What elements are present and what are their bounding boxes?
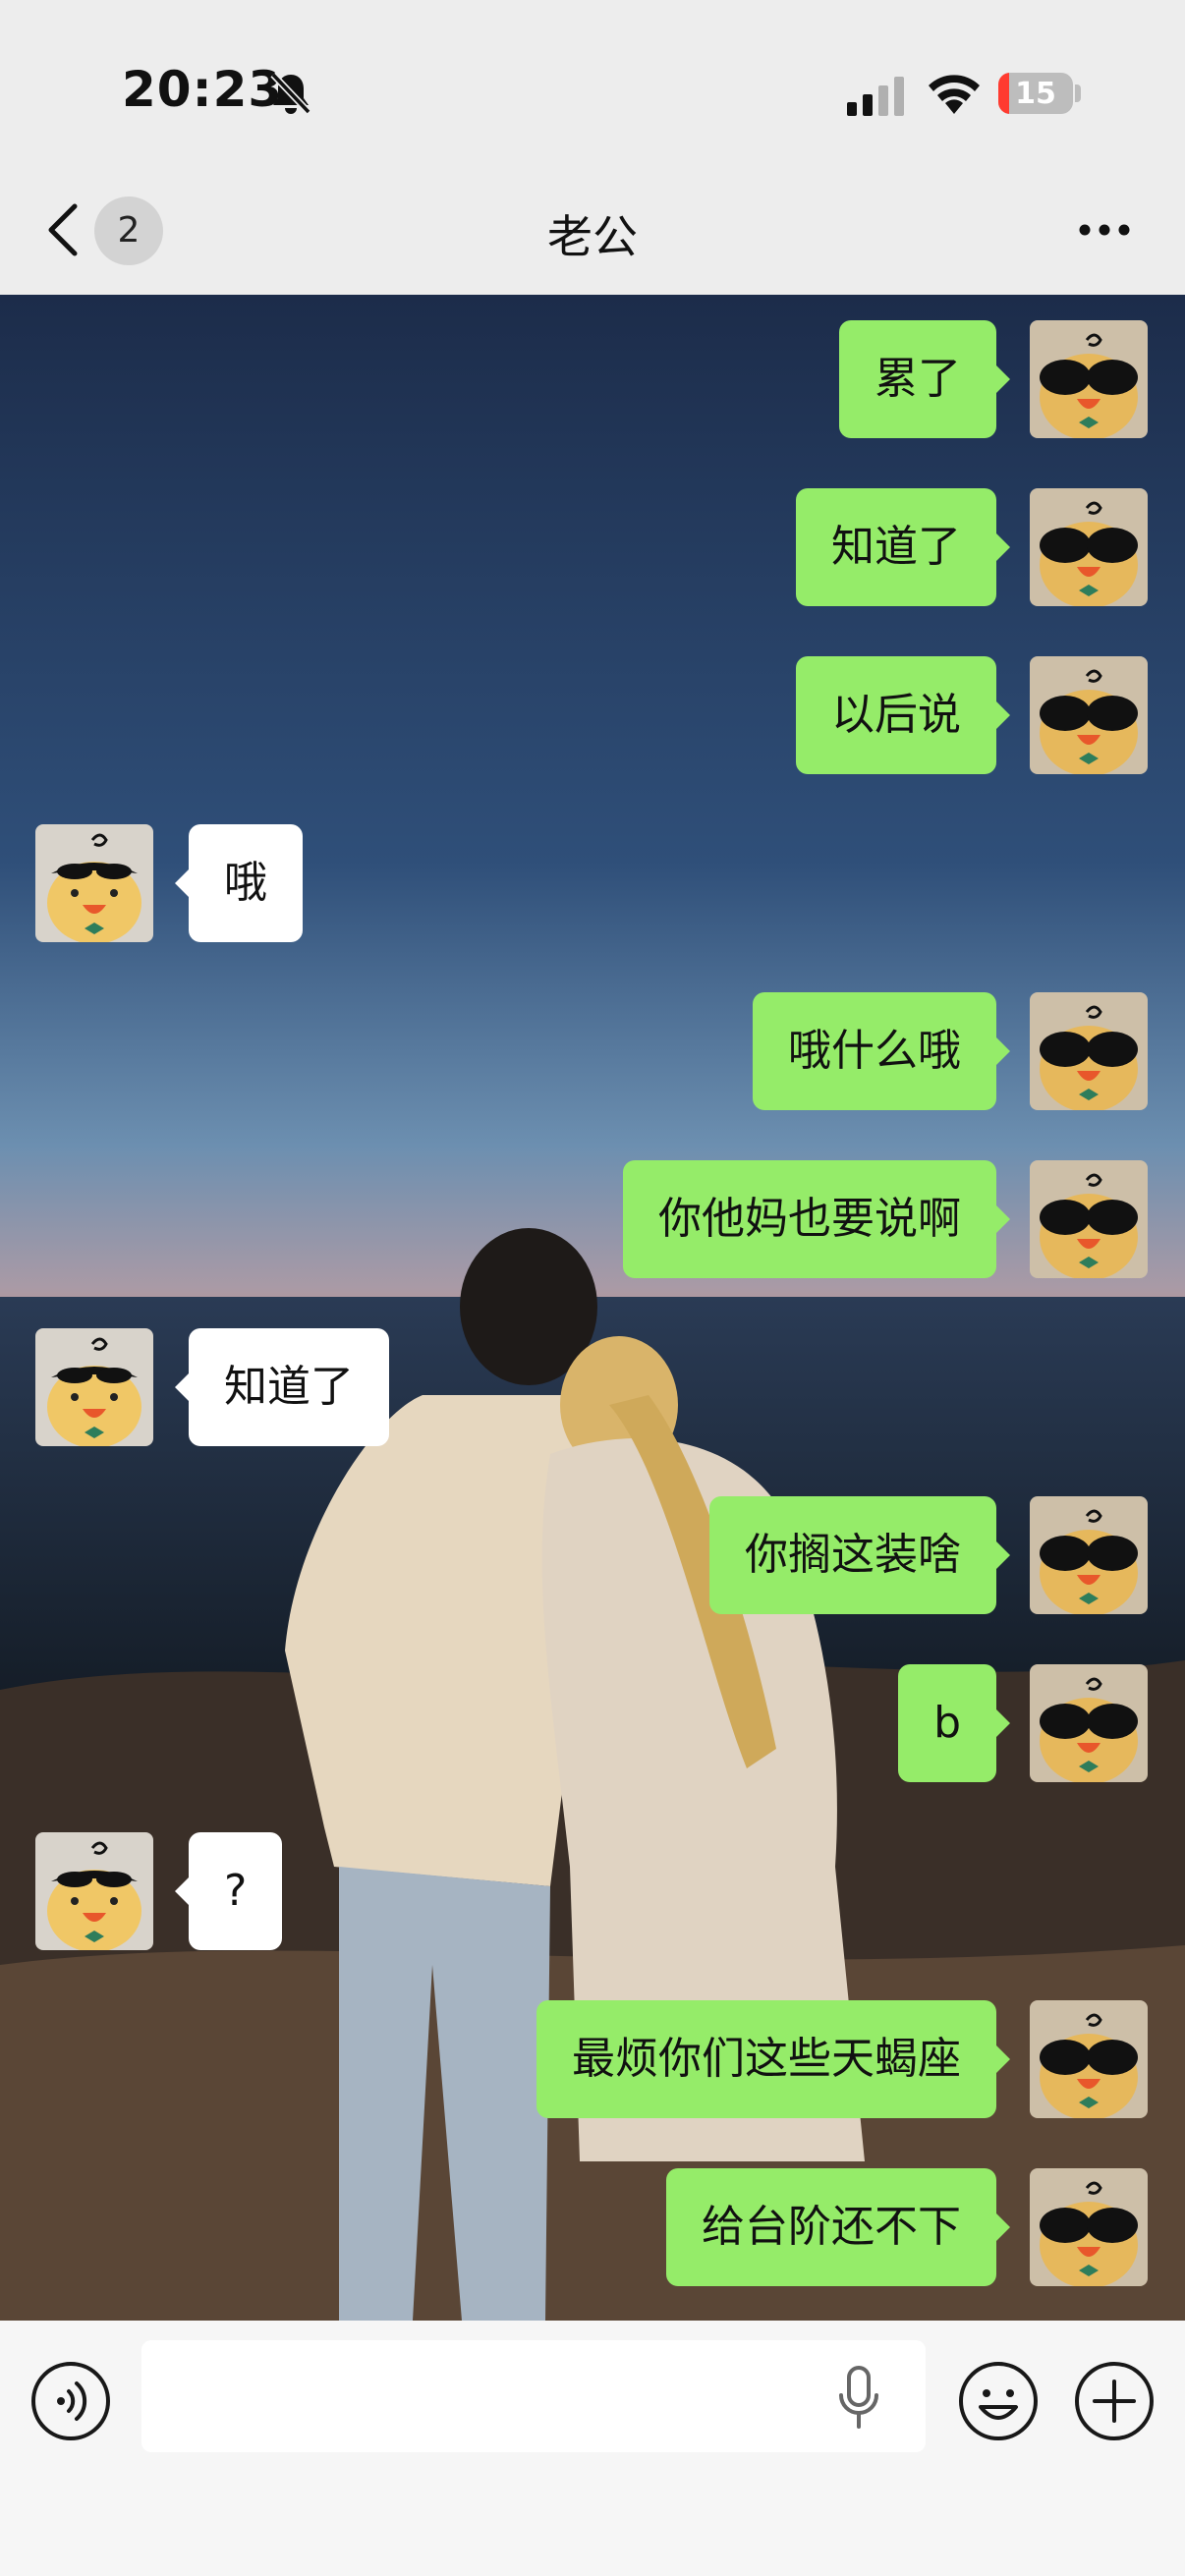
message-input[interactable] bbox=[141, 2340, 926, 2452]
contact-avatar[interactable] bbox=[35, 824, 153, 942]
cellular-signal-icon bbox=[847, 77, 904, 116]
message-row: 最烦你们这些天蝎座 bbox=[0, 2000, 1185, 2118]
my-avatar[interactable] bbox=[1030, 2168, 1148, 2286]
my-avatar[interactable] bbox=[1030, 1160, 1148, 1278]
wifi-icon bbox=[929, 75, 980, 114]
message-row: ? bbox=[0, 1832, 1185, 1950]
microphone-icon[interactable] bbox=[837, 2366, 880, 2431]
sent-message-bubble[interactable]: 你搁这装啥 bbox=[709, 1496, 1010, 1614]
message-row: 累了 bbox=[0, 320, 1185, 438]
sent-message-bubble[interactable]: 最烦你们这些天蝎座 bbox=[536, 2000, 1010, 2118]
sent-message-bubble[interactable]: 你他妈也要说啊 bbox=[623, 1160, 1010, 1278]
sent-message-bubble[interactable]: 哦什么哦 bbox=[753, 992, 1010, 1110]
status-time: 20:23 bbox=[122, 61, 284, 118]
plus-icon[interactable] bbox=[1073, 2360, 1156, 2442]
chat-area[interactable]: 累了 知道了 以后说哦哦什么哦 你他妈也要说啊 知道了 你搁这装啥 b? 最烦你们这些天蝎座给… bbox=[0, 295, 1185, 2321]
input-bar bbox=[0, 2321, 1185, 2576]
my-avatar[interactable] bbox=[1030, 488, 1148, 606]
more-horizontal-icon[interactable] bbox=[1077, 220, 1132, 240]
message-row: 给台阶还不下 bbox=[0, 2168, 1185, 2286]
my-avatar[interactable] bbox=[1030, 320, 1148, 438]
sent-message-bubble[interactable]: b bbox=[898, 1664, 1010, 1782]
battery-icon: 15 bbox=[998, 73, 1073, 114]
battery-nub bbox=[1075, 84, 1081, 102]
status-bar: 20:23 15 2 老公 bbox=[0, 0, 1185, 265]
my-avatar[interactable] bbox=[1030, 992, 1148, 1110]
contact-avatar[interactable] bbox=[35, 1328, 153, 1446]
contact-avatar[interactable] bbox=[35, 1832, 153, 1950]
received-message-bubble[interactable]: 哦 bbox=[175, 824, 303, 942]
sent-message-bubble[interactable]: 给台阶还不下 bbox=[666, 2168, 1010, 2286]
emoji-icon[interactable] bbox=[957, 2360, 1040, 2442]
sent-message-bubble[interactable]: 以后说 bbox=[796, 656, 1010, 774]
received-message-bubble[interactable]: 知道了 bbox=[175, 1328, 389, 1446]
message-row: 你搁这装啥 bbox=[0, 1496, 1185, 1614]
sent-message-bubble[interactable]: 累了 bbox=[839, 320, 1010, 438]
my-avatar[interactable] bbox=[1030, 2000, 1148, 2118]
my-avatar[interactable] bbox=[1030, 1664, 1148, 1782]
battery-level: 15 bbox=[1015, 77, 1056, 111]
bell-slash-icon bbox=[270, 72, 311, 115]
chat-title: 老公 bbox=[547, 210, 638, 263]
message-row: 哦 bbox=[0, 824, 1185, 942]
message-row: 知道了 bbox=[0, 488, 1185, 606]
message-row: 知道了 bbox=[0, 1328, 1185, 1446]
message-row: 以后说 bbox=[0, 656, 1185, 774]
sent-message-bubble[interactable]: 知道了 bbox=[796, 488, 1010, 606]
my-avatar[interactable] bbox=[1030, 1496, 1148, 1614]
voice-icon[interactable] bbox=[29, 2360, 112, 2442]
message-row: b bbox=[0, 1664, 1185, 1782]
received-message-bubble[interactable]: ? bbox=[174, 1832, 283, 1950]
message-row: 哦什么哦 bbox=[0, 992, 1185, 1110]
message-row: 你他妈也要说啊 bbox=[0, 1160, 1185, 1278]
my-avatar[interactable] bbox=[1030, 656, 1148, 774]
